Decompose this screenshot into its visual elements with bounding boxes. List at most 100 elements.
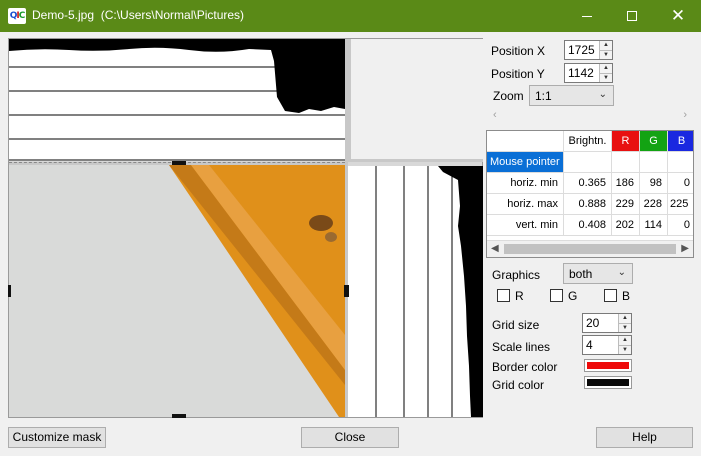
horizontal-histogram [9, 39, 345, 161]
grid-size-value: 20 [586, 316, 600, 330]
vertical-histogram-graph [375, 166, 483, 417]
splitter-handle-bottom[interactable] [172, 414, 186, 418]
border-color-label: Border color [492, 360, 558, 374]
grid-size-label: Grid size [492, 318, 540, 332]
table-cell-r: 202 [612, 215, 640, 236]
maximize-button[interactable] [609, 0, 655, 32]
table-header-r: R [612, 131, 640, 152]
scale-lines-stepper[interactable]: ▲ ▼ [618, 336, 631, 354]
channel-g-checkbox[interactable] [550, 289, 563, 302]
table-cell-r: 229 [612, 194, 640, 215]
position-y-value: 1142 [568, 66, 594, 80]
zoom-label: Zoom [493, 89, 524, 103]
table-cell-g: 228 [640, 194, 668, 215]
position-x-label: Position X [491, 44, 546, 58]
table-cell-brightness: 0.888 [564, 194, 612, 215]
grid-color-label: Grid color [492, 378, 545, 392]
splitter-handle-right[interactable] [344, 285, 349, 297]
horizontal-histogram-graph [9, 39, 345, 161]
zoom-value: 1:1 [535, 89, 552, 103]
grid-size-stepper[interactable]: ▲ ▼ [618, 314, 631, 332]
customize-mask-button[interactable]: Customize mask [8, 427, 106, 448]
table-scrollbar[interactable]: ◀ ▶ [487, 240, 693, 257]
close-window-button[interactable]: ✕ [655, 0, 701, 32]
window-title: Demo-5.jpg (C:\Users\Normal\Pictures) [32, 8, 245, 22]
table-cell-brightness: 0.365 [564, 173, 612, 194]
vertical-histogram [348, 166, 483, 417]
border-color-fill [587, 362, 629, 369]
help-button[interactable]: Help [596, 427, 693, 448]
splitter-handle-top[interactable] [172, 161, 186, 165]
stepper-up-icon[interactable]: ▲ [619, 336, 631, 345]
stepper-down-icon[interactable]: ▼ [600, 73, 612, 82]
close-button[interactable]: Close [301, 427, 399, 448]
scroll-left-icon[interactable]: ‹ [493, 109, 497, 121]
chevron-down-icon: ⌄ [598, 89, 607, 100]
table-cell-brightness: 0.408 [564, 215, 612, 236]
channel-r-label: R [515, 289, 524, 303]
channel-r-checkbox[interactable] [497, 289, 510, 302]
table-cell-g: 114 [640, 215, 668, 236]
scale-lines-label: Scale lines [492, 340, 551, 354]
corner-panel [348, 39, 483, 162]
scale-lines-value: 4 [586, 338, 593, 352]
stepper-up-icon[interactable]: ▲ [600, 64, 612, 73]
table-cell [668, 152, 693, 173]
panel-scrollbar[interactable]: ‹ › [487, 108, 693, 125]
vertical-splitter[interactable] [345, 39, 348, 417]
image-preview[interactable] [9, 165, 345, 417]
table-row-label: vert. min [487, 215, 564, 236]
table-cell [564, 152, 612, 173]
table-cell-b: 0 [668, 215, 693, 236]
table-cell-r: 186 [612, 173, 640, 194]
stepper-down-icon[interactable]: ▼ [619, 345, 631, 354]
table-section-mouse-pointer[interactable]: Mouse pointer [487, 152, 564, 173]
table-cell [612, 152, 640, 173]
position-x-stepper[interactable]: ▲ ▼ [599, 41, 612, 59]
table-cell [640, 152, 668, 173]
channel-b-label: B [622, 289, 631, 303]
grid-color-fill [587, 379, 629, 386]
channel-b-checkbox[interactable] [604, 289, 617, 302]
table-header-blank [487, 131, 564, 152]
table-row-label: horiz. min [487, 173, 564, 194]
border-color-swatch[interactable] [584, 359, 632, 372]
splitter-handle-left[interactable] [8, 285, 11, 297]
stepper-down-icon[interactable]: ▼ [600, 50, 612, 59]
position-y-field[interactable]: 1142 ▲ ▼ [564, 63, 613, 83]
table-cell-b: 0 [668, 173, 693, 194]
graphics-label: Graphics [492, 268, 541, 282]
position-x-value: 1725 [568, 43, 595, 57]
stepper-down-icon[interactable]: ▼ [619, 323, 631, 332]
chevron-down-icon: ⌄ [617, 267, 626, 278]
scrollbar-thumb[interactable] [504, 244, 676, 254]
grid-size-field[interactable]: 20 ▲ ▼ [582, 313, 632, 333]
table-cell-g: 98 [640, 173, 668, 194]
table-cell-b: 225 [668, 194, 693, 215]
grid-color-swatch[interactable] [584, 376, 632, 389]
table-header-brightness: Brightn. [564, 131, 612, 152]
table-row-label: horiz. max [487, 194, 564, 215]
title-bar[interactable]: QIC Demo-5.jpg (C:\Users\Normal\Pictures… [0, 0, 701, 32]
app-logo-icon[interactable]: QIC [8, 8, 26, 24]
scroll-right-icon[interactable]: ▶ [681, 243, 689, 254]
scale-lines-field[interactable]: 4 ▲ ▼ [582, 335, 632, 355]
values-table[interactable]: Brightn. R G B Mouse pointer horiz. min … [486, 130, 694, 258]
minimize-button[interactable] [564, 0, 610, 32]
channel-g-label: G [568, 289, 578, 303]
stepper-up-icon[interactable]: ▲ [600, 41, 612, 50]
zoom-select[interactable]: 1:1 ⌄ [529, 85, 614, 106]
position-y-label: Position Y [491, 67, 545, 81]
table-header-b: B [668, 131, 693, 152]
stepper-up-icon[interactable]: ▲ [619, 314, 631, 323]
table-header-g: G [640, 131, 668, 152]
minimize-icon [582, 16, 592, 17]
maximize-icon [627, 11, 637, 21]
position-x-field[interactable]: 1725 ▲ ▼ [564, 40, 613, 60]
scroll-right-icon[interactable]: › [683, 109, 687, 121]
graphics-select[interactable]: both ⌄ [563, 263, 633, 284]
position-y-stepper[interactable]: ▲ ▼ [599, 64, 612, 82]
scroll-left-icon[interactable]: ◀ [491, 243, 499, 254]
photo-crop [9, 165, 345, 417]
graphics-value: both [569, 267, 593, 281]
